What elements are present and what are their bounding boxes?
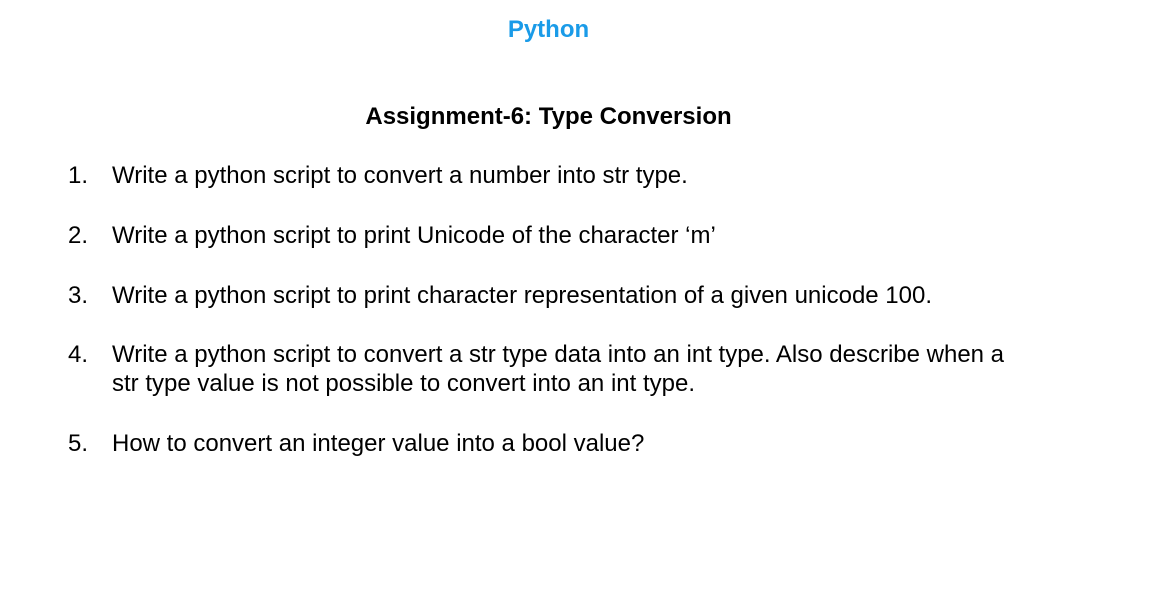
question-number: 5.: [68, 430, 89, 457]
question-list: 1. Write a python script to convert a nu…: [0, 0, 1163, 589]
question-number: 1.: [68, 162, 89, 189]
question-number: 4.: [68, 341, 89, 368]
question-text: How to convert an integer value into a b…: [112, 430, 645, 457]
question-number: 3.: [68, 282, 89, 309]
question-text-line-1: Write a python script to convert a str t…: [112, 341, 1005, 368]
question-text: Write a python script to print character…: [112, 282, 933, 309]
question-text: Write a python script to convert a numbe…: [112, 162, 688, 189]
question-number: 2.: [68, 222, 89, 249]
question-text: Write a python script to print Unicode o…: [112, 222, 716, 249]
question-text-line-2: str type value is not possible to conver…: [112, 370, 695, 397]
